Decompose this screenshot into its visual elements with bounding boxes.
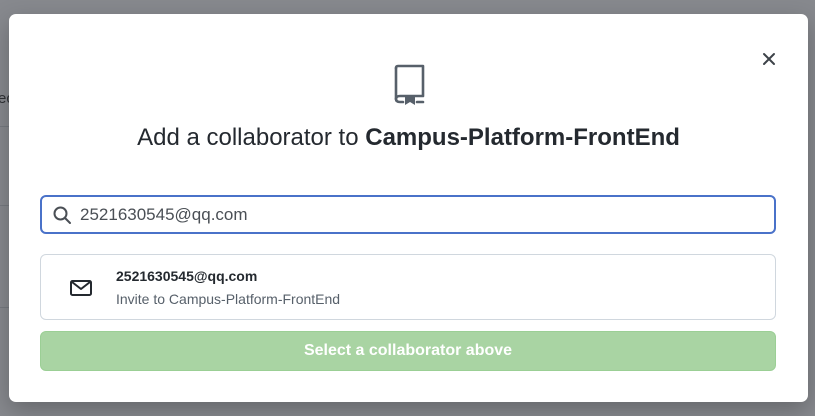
dialog-title: Add a collaborator to Campus-Platform-Fr… bbox=[9, 124, 808, 152]
repo-icon bbox=[394, 64, 425, 105]
select-collaborator-button[interactable]: Select a collaborator above bbox=[40, 331, 776, 371]
add-collaborator-dialog: Add a collaborator to Campus-Platform-Fr… bbox=[9, 14, 808, 402]
collaborator-search-field[interactable] bbox=[40, 195, 776, 234]
close-icon bbox=[763, 53, 775, 65]
search-icon bbox=[53, 206, 71, 224]
close-button[interactable] bbox=[758, 48, 780, 70]
result-invite-text: Invite to Campus-Platform-FrontEnd bbox=[116, 291, 341, 307]
result-email: 2521630545@qq.com bbox=[116, 268, 258, 284]
collaborator-search-input[interactable] bbox=[80, 204, 740, 225]
repository-name: Campus-Platform-FrontEnd bbox=[365, 124, 680, 151]
mail-icon bbox=[70, 280, 92, 296]
search-result-item[interactable]: 2521630545@qq.com Invite to Campus-Platf… bbox=[40, 254, 776, 320]
dialog-title-prefix: Add a collaborator to bbox=[137, 124, 366, 151]
